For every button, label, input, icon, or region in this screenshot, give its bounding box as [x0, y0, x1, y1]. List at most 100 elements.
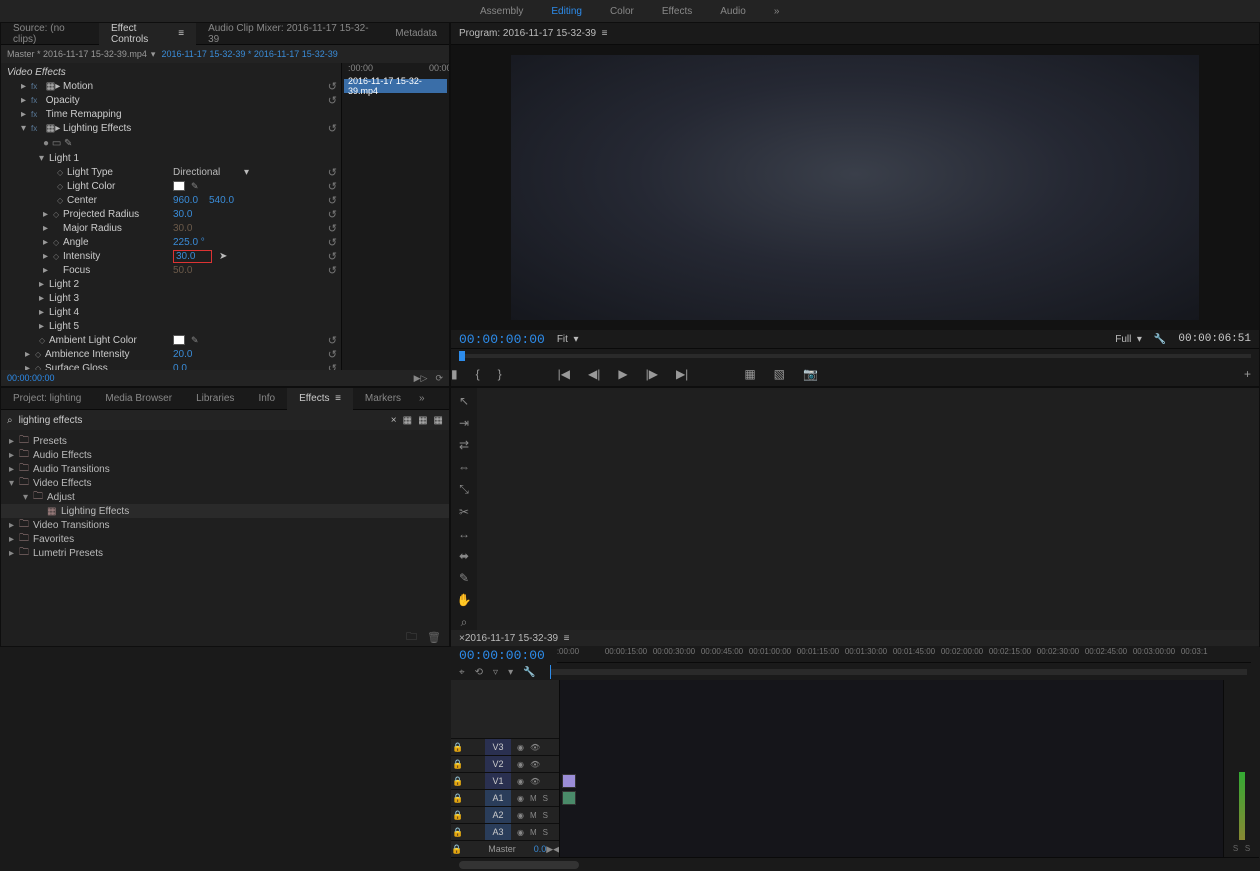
- reset-icon[interactable]: ↺: [328, 348, 337, 361]
- slip-tool-icon[interactable]: ↔: [458, 527, 470, 541]
- reset-icon[interactable]: ↺: [328, 80, 337, 93]
- effects-item[interactable]: ▸🗀Audio Transitions: [1, 462, 449, 476]
- video-track-header[interactable]: 🔒V3◉👁: [451, 738, 559, 755]
- ec-play-only-icon[interactable]: ▶▷: [414, 373, 428, 384]
- tab-markers[interactable]: Markers: [353, 388, 413, 410]
- add-marker-icon[interactable]: {: [476, 367, 480, 381]
- ec-loop-icon[interactable]: ⟳: [435, 373, 443, 384]
- ec-center[interactable]: ◇Center960.0540.0↺: [1, 193, 341, 207]
- ec-light4[interactable]: ▸Light 4: [1, 305, 341, 319]
- ec-projected-radius[interactable]: ▸◇Projected Radius30.0↺: [1, 207, 341, 221]
- reset-icon[interactable]: ↺: [328, 208, 337, 221]
- go-to-out-icon[interactable]: ▶|: [676, 367, 688, 381]
- ec-mini-timeline[interactable]: :00:0000:00:05:00 2016-11-17 15-32-39.mp…: [341, 63, 449, 370]
- tab-project[interactable]: Project: lighting: [1, 388, 93, 410]
- ec-light-color[interactable]: ◇Light Color✎↺: [1, 179, 341, 193]
- ec-tl-clip[interactable]: 2016-11-17 15-32-39.mp4: [344, 79, 447, 93]
- effects-item[interactable]: ▦Lighting Effects: [1, 504, 449, 518]
- tab-effects[interactable]: Effects ≡: [287, 388, 353, 410]
- reset-icon[interactable]: ↺: [328, 264, 337, 277]
- video-clip[interactable]: [562, 774, 576, 788]
- eyedropper-icon[interactable]: ✎: [191, 181, 199, 192]
- ec-surface-gloss[interactable]: ▸◇Surface Gloss0.0↺: [1, 361, 341, 370]
- reset-icon[interactable]: ↺: [328, 250, 337, 263]
- ec-light-type[interactable]: ◇Light TypeDirectional▾↺: [1, 165, 341, 179]
- ec-lighting-effects[interactable]: ▾fx ▦▸ Lighting Effects↺: [1, 121, 341, 135]
- settings-icon[interactable]: 🔧: [1154, 334, 1166, 345]
- mark-out-icon[interactable]: }: [498, 367, 502, 381]
- program-viewport[interactable]: [451, 45, 1259, 330]
- effects-item[interactable]: ▸🗀Presets: [1, 434, 449, 448]
- delete-icon[interactable]: 🗑: [427, 631, 441, 644]
- program-scrubber[interactable]: [451, 348, 1259, 362]
- timeline-settings-icon[interactable]: ▾: [508, 667, 513, 678]
- add-marker-icon[interactable]: ▿: [493, 667, 498, 678]
- clear-search-icon[interactable]: ×: [391, 415, 397, 426]
- extract-icon[interactable]: ▧: [774, 367, 785, 381]
- audio-track-header[interactable]: 🔒A3◉MS: [451, 823, 559, 840]
- lift-icon[interactable]: ▦: [744, 367, 755, 381]
- tab-libraries[interactable]: Libraries: [184, 388, 246, 410]
- ec-light2[interactable]: ▸Light 2: [1, 277, 341, 291]
- filter-accel-icon[interactable]: ▦: [403, 415, 412, 426]
- workspace-color[interactable]: Color: [610, 6, 634, 17]
- wrench-icon[interactable]: 🔧: [523, 667, 535, 678]
- tab-metadata[interactable]: Metadata: [383, 23, 449, 45]
- ec-ambient-color[interactable]: ◇Ambient Light Color✎↺: [1, 333, 341, 347]
- intensity-value[interactable]: 30.0: [173, 250, 212, 263]
- program-tc-left[interactable]: 00:00:00:00: [459, 332, 545, 347]
- ec-light5[interactable]: ▸Light 5: [1, 319, 341, 333]
- ripple-edit-icon[interactable]: ⇄: [459, 438, 469, 452]
- filter-32bit-icon[interactable]: ▦: [418, 415, 427, 426]
- effects-item[interactable]: ▸🗀Favorites: [1, 532, 449, 546]
- workspace-editing[interactable]: Editing: [551, 6, 582, 17]
- play-icon[interactable]: ▶: [618, 367, 627, 381]
- rate-stretch-icon[interactable]: ⤡: [459, 482, 469, 497]
- reset-icon[interactable]: ↺: [328, 122, 337, 135]
- audio-clip[interactable]: [562, 791, 576, 805]
- video-track-header[interactable]: 🔒V2◉👁: [451, 755, 559, 772]
- new-bin-icon[interactable]: 🗀: [406, 628, 417, 647]
- tab-source[interactable]: Source: (no clips): [1, 23, 99, 45]
- ec-intensity[interactable]: ▸◇Intensity30.0➤↺: [1, 249, 341, 263]
- razor-tool-icon[interactable]: ✂: [459, 505, 469, 519]
- center-y-value[interactable]: 540.0: [209, 195, 234, 206]
- ec-light3[interactable]: ▸Light 3: [1, 291, 341, 305]
- angle-value[interactable]: 225.0 °: [173, 237, 205, 248]
- tab-overflow[interactable]: »: [413, 388, 431, 410]
- zoom-tool-icon[interactable]: ⌕: [461, 615, 468, 630]
- program-res-full[interactable]: Full ▾: [1115, 334, 1142, 345]
- ec-time-remapping[interactable]: ▸fx Time Remapping: [1, 107, 341, 121]
- program-playhead[interactable]: [459, 351, 465, 361]
- go-to-in-icon[interactable]: |◀: [558, 367, 570, 381]
- ec-opacity[interactable]: ▸fx Opacity↺: [1, 93, 341, 107]
- ec-clip-name[interactable]: 2016-11-17 15-32-39 * 2016-11-17 15-32-3…: [161, 49, 337, 59]
- reset-icon[interactable]: ↺: [328, 222, 337, 235]
- effects-item[interactable]: ▸🗀Video Transitions: [1, 518, 449, 532]
- workspace-overflow[interactable]: »: [774, 6, 780, 17]
- workspace-assembly[interactable]: Assembly: [480, 6, 523, 17]
- timeline-sequence-tab[interactable]: × 2016-11-17 15-32-39 ≡: [451, 630, 1259, 646]
- surface-gloss-value[interactable]: 0.0: [173, 363, 187, 371]
- step-back-icon[interactable]: ◀|: [588, 367, 600, 381]
- ec-angle[interactable]: ▸◇Angle225.0 °↺: [1, 235, 341, 249]
- hand-tool-icon[interactable]: ✋: [457, 593, 472, 607]
- pen-tool-icon[interactable]: ✎: [459, 571, 469, 585]
- workspace-audio[interactable]: Audio: [720, 6, 746, 17]
- video-track-header[interactable]: 🔒V1◉👁: [451, 772, 559, 789]
- effects-search-input[interactable]: [19, 415, 385, 426]
- ec-motion[interactable]: ▸fx ▦▸ Motion↺: [1, 79, 341, 93]
- effects-item[interactable]: ▸🗀Audio Effects: [1, 448, 449, 462]
- reset-icon[interactable]: ↺: [328, 236, 337, 249]
- tab-info[interactable]: Info: [246, 388, 287, 410]
- ec-light1[interactable]: ▾Light 1: [1, 151, 341, 165]
- timeline-ruler[interactable]: :00:0000:00:15:0000:00:30:0000:00:45:000…: [557, 647, 1251, 663]
- program-zoom-fit[interactable]: Fit ▾: [557, 334, 579, 345]
- light-type-dropdown[interactable]: Directional▾: [173, 166, 253, 178]
- eyedropper-icon[interactable]: ✎: [191, 335, 199, 346]
- tab-audio-clip-mixer[interactable]: Audio Clip Mixer: 2016-11-17 15-32-39: [196, 23, 383, 45]
- button-editor-add-icon[interactable]: +: [1244, 367, 1251, 381]
- audio-track-header[interactable]: 🔒A1◉MS: [451, 789, 559, 806]
- effects-item[interactable]: ▾🗀Video Effects: [1, 476, 449, 490]
- tab-effect-controls[interactable]: Effect Controls ≡: [99, 23, 196, 45]
